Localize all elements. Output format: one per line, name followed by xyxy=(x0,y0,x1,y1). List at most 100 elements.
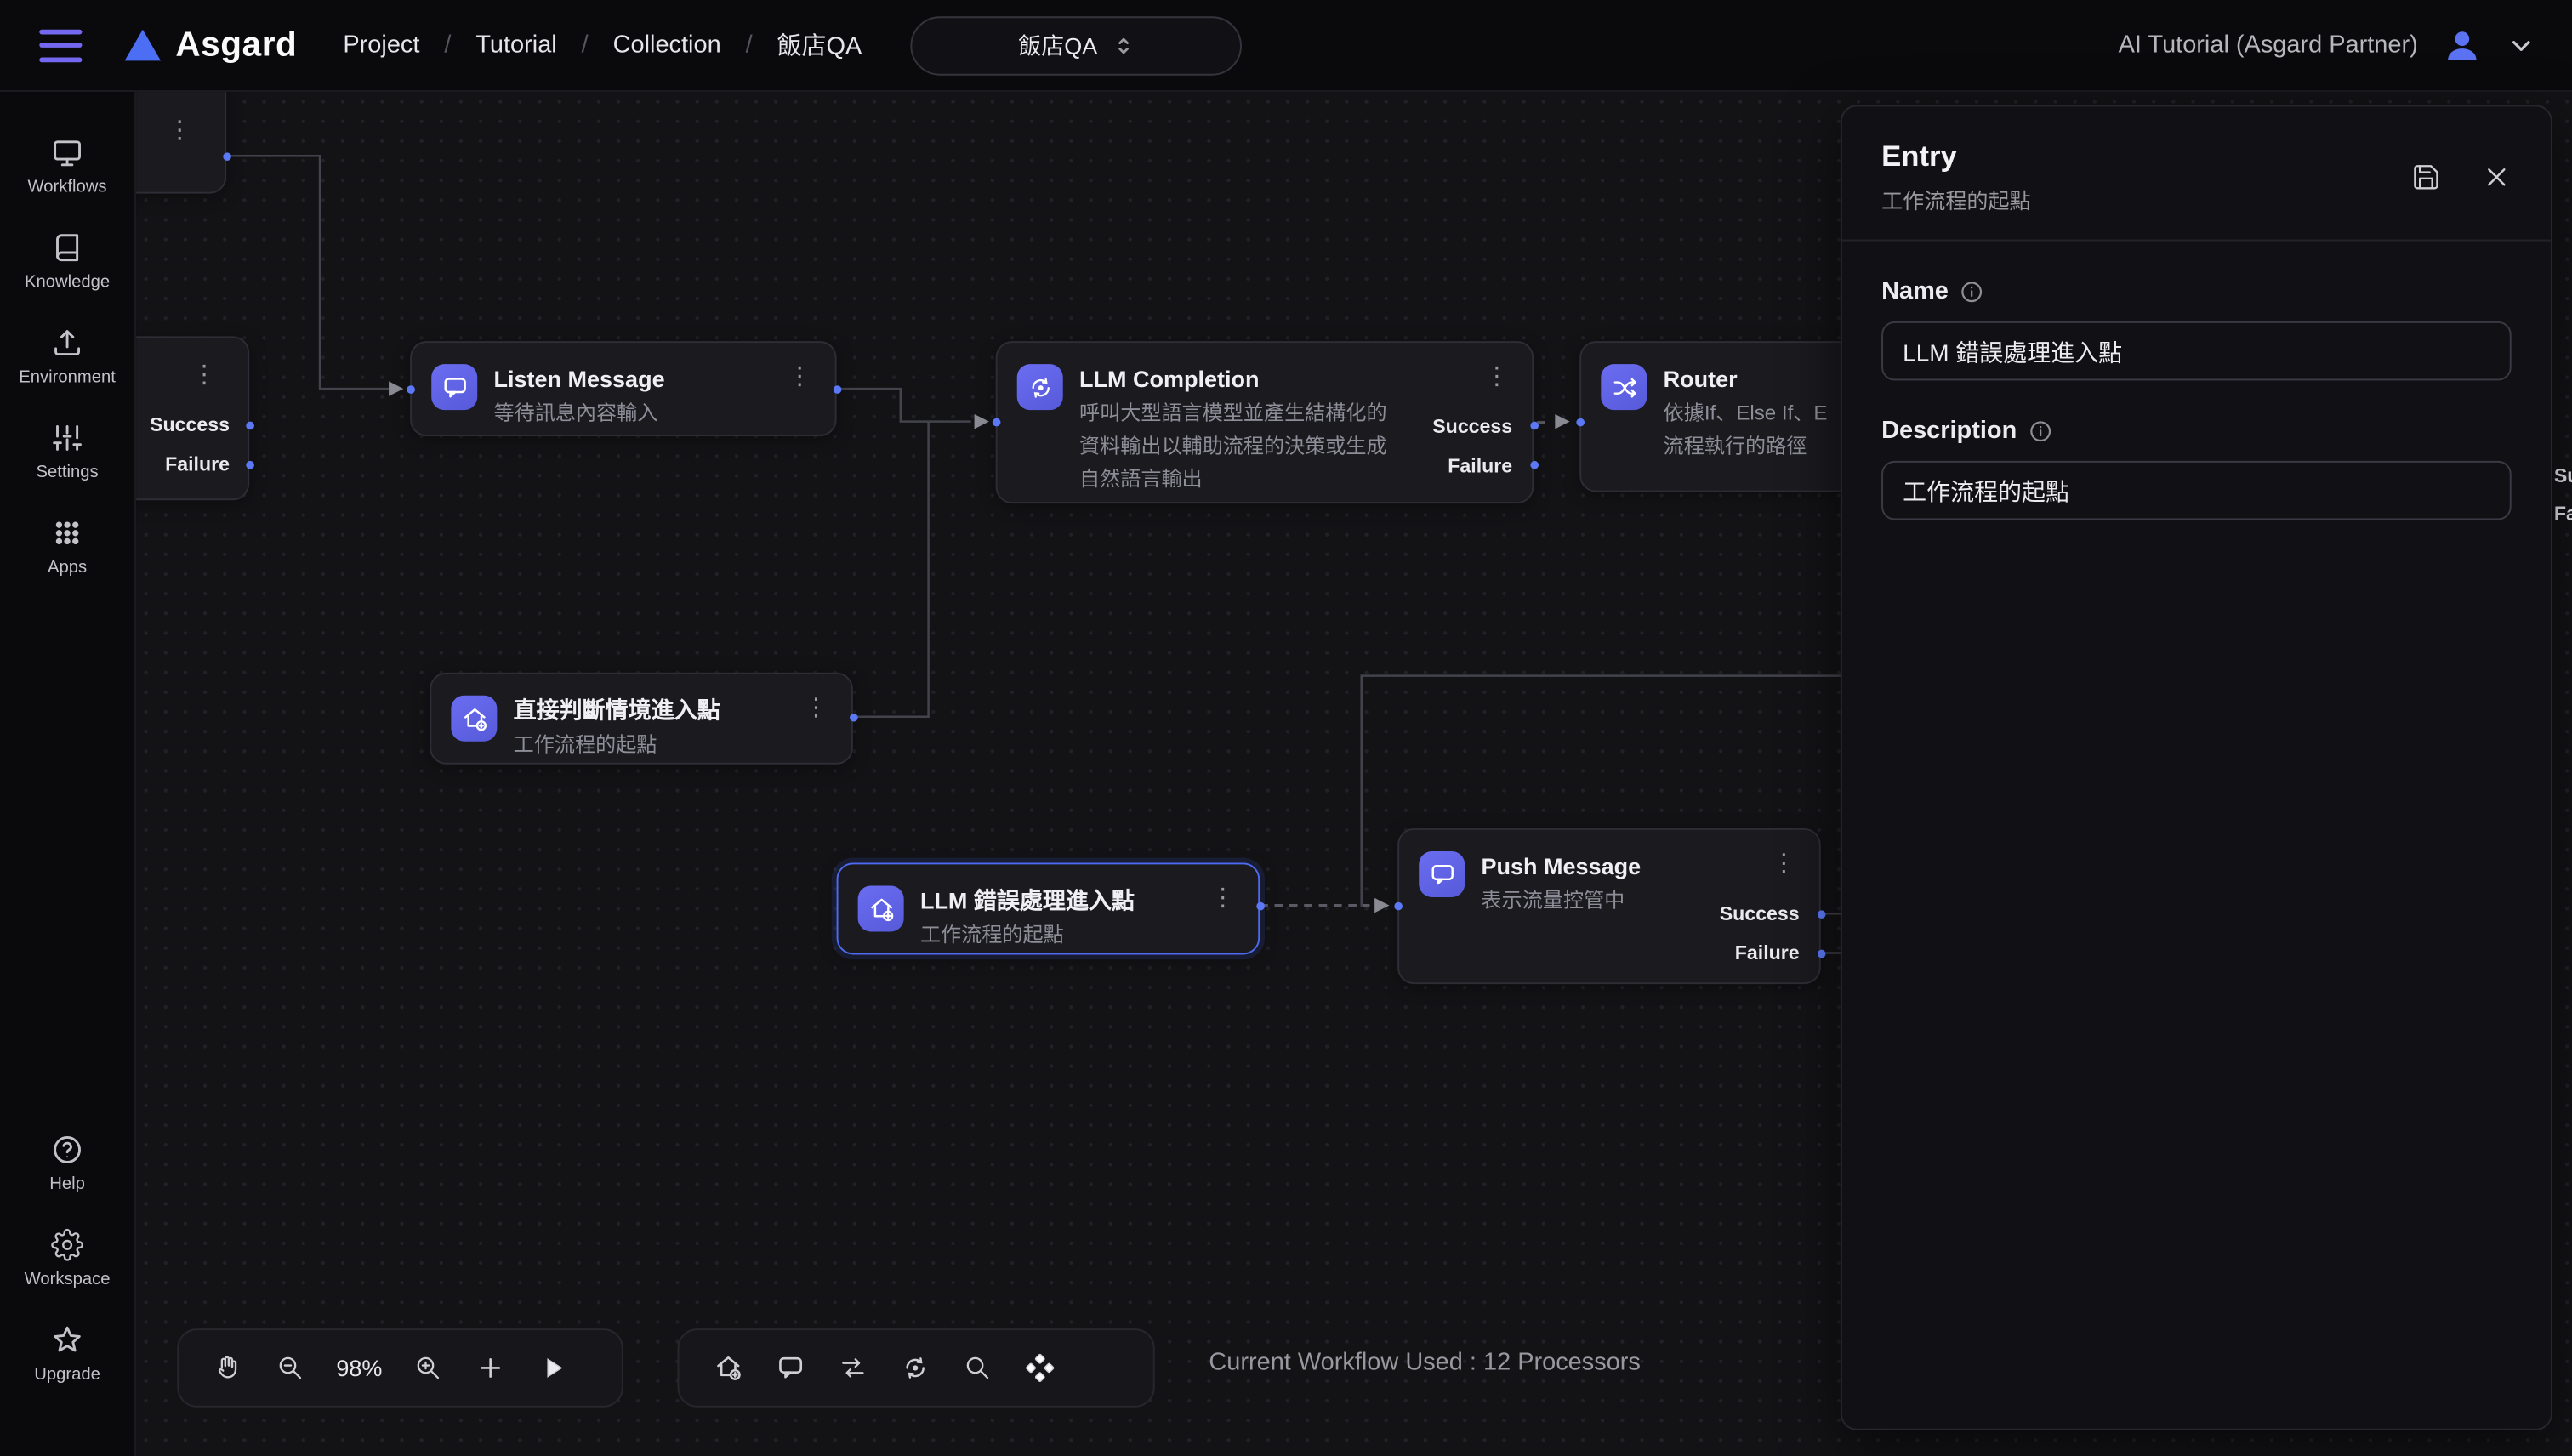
entry-properties-panel: Entry 工作流程的起點 Name Description xyxy=(1841,105,2552,1430)
kebab-menu-icon[interactable]: ⋮ xyxy=(1204,884,1242,914)
port-dot[interactable] xyxy=(849,713,857,721)
port-dot[interactable] xyxy=(245,460,253,469)
app-logo[interactable]: Asgard xyxy=(125,26,298,65)
upgrade-icon xyxy=(51,1322,84,1356)
node-entry-llm-error[interactable]: LLM 錯誤處理進入點 工作流程的起點 ⋮ xyxy=(837,862,1260,954)
account-label: AI Tutorial (Asgard Partner) xyxy=(2119,31,2418,60)
zoom-out-button[interactable] xyxy=(265,1342,317,1395)
port-dot[interactable] xyxy=(245,421,253,429)
port-dot[interactable] xyxy=(1817,949,1825,958)
port-success[interactable]: Success xyxy=(1720,902,1800,927)
node-subtitle: 等待訊息內容輸入 xyxy=(494,397,665,430)
add-message-node-button[interactable] xyxy=(765,1342,817,1395)
port-dot[interactable] xyxy=(406,384,414,393)
port-dot[interactable] xyxy=(1529,460,1538,469)
add-button[interactable] xyxy=(464,1342,517,1395)
knowledge-icon xyxy=(51,230,84,264)
save-button[interactable] xyxy=(2404,156,2447,198)
workflow-selector[interactable]: 飯店QA xyxy=(911,15,1243,74)
add-entry-node-button[interactable] xyxy=(702,1342,754,1395)
node-llm-completion[interactable]: LLM Completion 呼叫大型語言模型並產生結構化的 資料輸出以輔助流程… xyxy=(996,341,1534,503)
node-listen-message[interactable]: Listen Message 等待訊息內容輸入 ⋮ xyxy=(410,341,836,436)
sidebar-item-upgrade[interactable]: Upgrade xyxy=(0,1305,134,1401)
workflow-usage-status: Current Workflow Used : 12 Processors xyxy=(1209,1348,1641,1376)
avatar-icon[interactable] xyxy=(2441,24,2484,66)
node-subtitle-line: 流程執行的路徑 xyxy=(1664,429,1828,463)
breadcrumb-separator: / xyxy=(444,31,451,60)
port-success-clipped[interactable]: Success xyxy=(2554,464,2572,489)
info-icon[interactable] xyxy=(2029,419,2051,442)
node-subtitle-line: 呼叫大型語言模型並產生結構化的 xyxy=(1079,397,1387,430)
port-dot[interactable] xyxy=(1393,901,1402,910)
run-workflow-button[interactable] xyxy=(526,1342,579,1395)
node-subtitle-line: 自然語言輸出 xyxy=(1079,463,1387,496)
node-title: Router xyxy=(1664,364,1828,394)
breadcrumb-collection[interactable]: Collection xyxy=(613,31,721,60)
chat-icon xyxy=(431,364,477,410)
add-llm-node-button[interactable] xyxy=(889,1342,942,1395)
close-panel-button[interactable] xyxy=(2475,156,2518,198)
kebab-menu-icon[interactable]: ⋮ xyxy=(1478,362,1516,392)
sidebar-item-environment[interactable]: Environment xyxy=(0,309,134,404)
description-input[interactable] xyxy=(1881,461,2512,520)
port-failure[interactable]: Failure xyxy=(1448,454,1512,479)
port-dot[interactable] xyxy=(833,384,841,393)
port-failure[interactable]: Failure xyxy=(165,452,230,477)
chevron-down-icon[interactable] xyxy=(2507,31,2536,60)
sidebar-item-workflows[interactable]: Workflows xyxy=(0,118,134,213)
name-label-text: Name xyxy=(1881,277,1949,305)
hamburger-menu-icon[interactable] xyxy=(39,29,82,62)
sidebar-label: Apps xyxy=(48,557,87,577)
kebab-menu-icon[interactable]: ⋮ xyxy=(781,362,818,392)
node-palette-toolbar xyxy=(678,1328,1155,1408)
port-dot[interactable] xyxy=(222,151,230,160)
kebab-menu-icon[interactable]: ⋮ xyxy=(1765,850,1802,879)
sidebar-item-workspace[interactable]: Workspace xyxy=(0,1210,134,1305)
topbar-right: AI Tutorial (Asgard Partner) xyxy=(2119,24,2536,66)
port-failure-clipped[interactable]: Failure xyxy=(2554,502,2572,526)
workflows-icon xyxy=(51,135,84,168)
node-title: 直接判斷情境進入點 xyxy=(514,696,720,725)
breadcrumb-project[interactable]: Project xyxy=(343,31,419,60)
panel-header: Entry 工作流程的起點 xyxy=(1842,106,2551,241)
node-partial-left[interactable]: ⋮ Success Failure xyxy=(136,336,249,500)
port-dot[interactable] xyxy=(1255,901,1264,910)
sidebar-item-knowledge[interactable]: Knowledge xyxy=(0,213,134,309)
port-dot[interactable] xyxy=(1575,418,1584,426)
port-dot[interactable] xyxy=(1529,421,1538,429)
node-push-message[interactable]: Push Message 表示流量控管中 ⋮ Success Failure xyxy=(1397,828,1821,984)
kebab-menu-icon[interactable]: ⋮ xyxy=(161,117,198,146)
port-success[interactable]: Success xyxy=(1432,415,1512,440)
breadcrumb-current[interactable]: 飯店QA xyxy=(777,28,862,63)
breadcrumb-tutorial[interactable]: Tutorial xyxy=(475,31,556,60)
add-router-node-button[interactable] xyxy=(827,1342,879,1395)
port-failure[interactable]: Failure xyxy=(1735,941,1800,966)
sidebar-label: Settings xyxy=(36,462,98,481)
chat-icon xyxy=(1419,851,1465,897)
help-icon xyxy=(51,1133,84,1166)
app-window: Asgard Project / Tutorial / Collection /… xyxy=(0,0,2572,1456)
sidebar-label: Knowledge xyxy=(25,271,110,291)
workflow-selector-value: 飯店QA xyxy=(1018,29,1097,62)
zoom-level: 98% xyxy=(327,1355,392,1381)
description-label-text: Description xyxy=(1881,417,2017,445)
info-icon[interactable] xyxy=(1960,280,1983,303)
name-input[interactable] xyxy=(1881,321,2512,380)
port-success[interactable]: Success xyxy=(150,413,230,438)
fit-view-button[interactable] xyxy=(1014,1342,1067,1395)
sidebar-item-help[interactable]: Help xyxy=(0,1115,134,1210)
workspace-icon xyxy=(51,1228,84,1261)
kebab-menu-icon[interactable]: ⋮ xyxy=(185,361,223,390)
search-nodes-button[interactable] xyxy=(952,1342,1004,1395)
port-dot[interactable] xyxy=(1817,909,1825,918)
kebab-menu-icon[interactable]: ⋮ xyxy=(797,694,834,724)
node-entry-direct[interactable]: 直接判斷情境進入點 工作流程的起點 ⋮ xyxy=(430,673,853,765)
node-partial-topleft[interactable]: ⋮ xyxy=(136,92,226,194)
pan-hand-button[interactable] xyxy=(202,1342,254,1395)
port-dot[interactable] xyxy=(992,418,1000,426)
node-subtitle: 工作流程的起點 xyxy=(514,728,720,761)
environment-icon xyxy=(51,326,84,359)
sidebar-item-apps[interactable]: Apps xyxy=(0,498,134,594)
zoom-in-button[interactable] xyxy=(402,1342,455,1395)
sidebar-item-settings[interactable]: Settings xyxy=(0,403,134,498)
